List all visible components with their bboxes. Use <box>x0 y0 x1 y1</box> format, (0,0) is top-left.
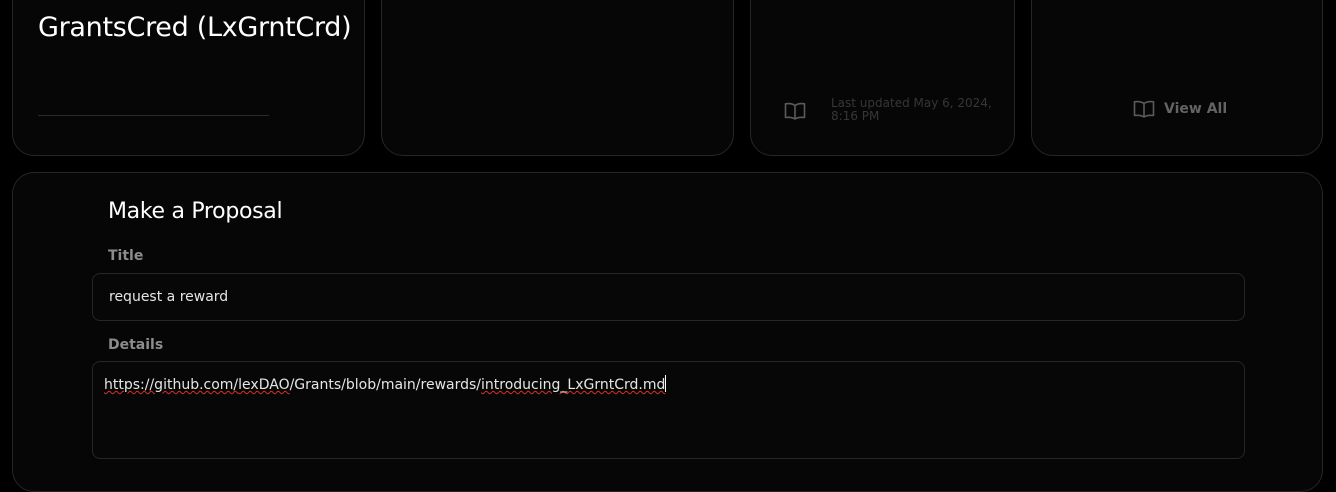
view-all-label: View All <box>1164 101 1228 117</box>
details-label: Details <box>108 337 164 353</box>
book-open-icon <box>1133 100 1155 118</box>
book-open-icon <box>784 102 806 120</box>
dao-name: GrantsCred (LxGrntCrd) <box>38 12 352 43</box>
text-caret <box>665 375 667 392</box>
last-updated-text: Last updated May 6, 2024, 8:16 PM <box>831 96 992 123</box>
details-text-word: lexDAO <box>238 377 290 393</box>
details-text-prefix: https://github.com/ <box>104 377 239 393</box>
title-label: Title <box>108 248 144 264</box>
dao-stats-card <box>381 0 734 156</box>
title-input[interactable]: request a reward <box>92 273 1245 321</box>
links-card: View All <box>1031 0 1323 156</box>
details-text-middle: /Grants/blob/main/rewards/ <box>289 377 482 393</box>
proposal-heading: Make a Proposal <box>108 199 283 224</box>
docs-card: Last updated May 6, 2024, 8:16 PM <box>750 0 1015 156</box>
details-text-word: introducing_LxGrntCrd.md <box>481 377 666 393</box>
proposal-form: Make a Proposal Title request a reward D… <box>12 172 1323 492</box>
dao-info-card: GrantsCred (LxGrntCrd) <box>12 0 365 156</box>
view-all-link[interactable]: View All <box>1133 100 1227 118</box>
details-textarea[interactable]: https://github.com/lexDAO/Grants/blob/ma… <box>92 361 1245 459</box>
divider <box>38 115 269 116</box>
title-input-value: request a reward <box>109 289 229 305</box>
